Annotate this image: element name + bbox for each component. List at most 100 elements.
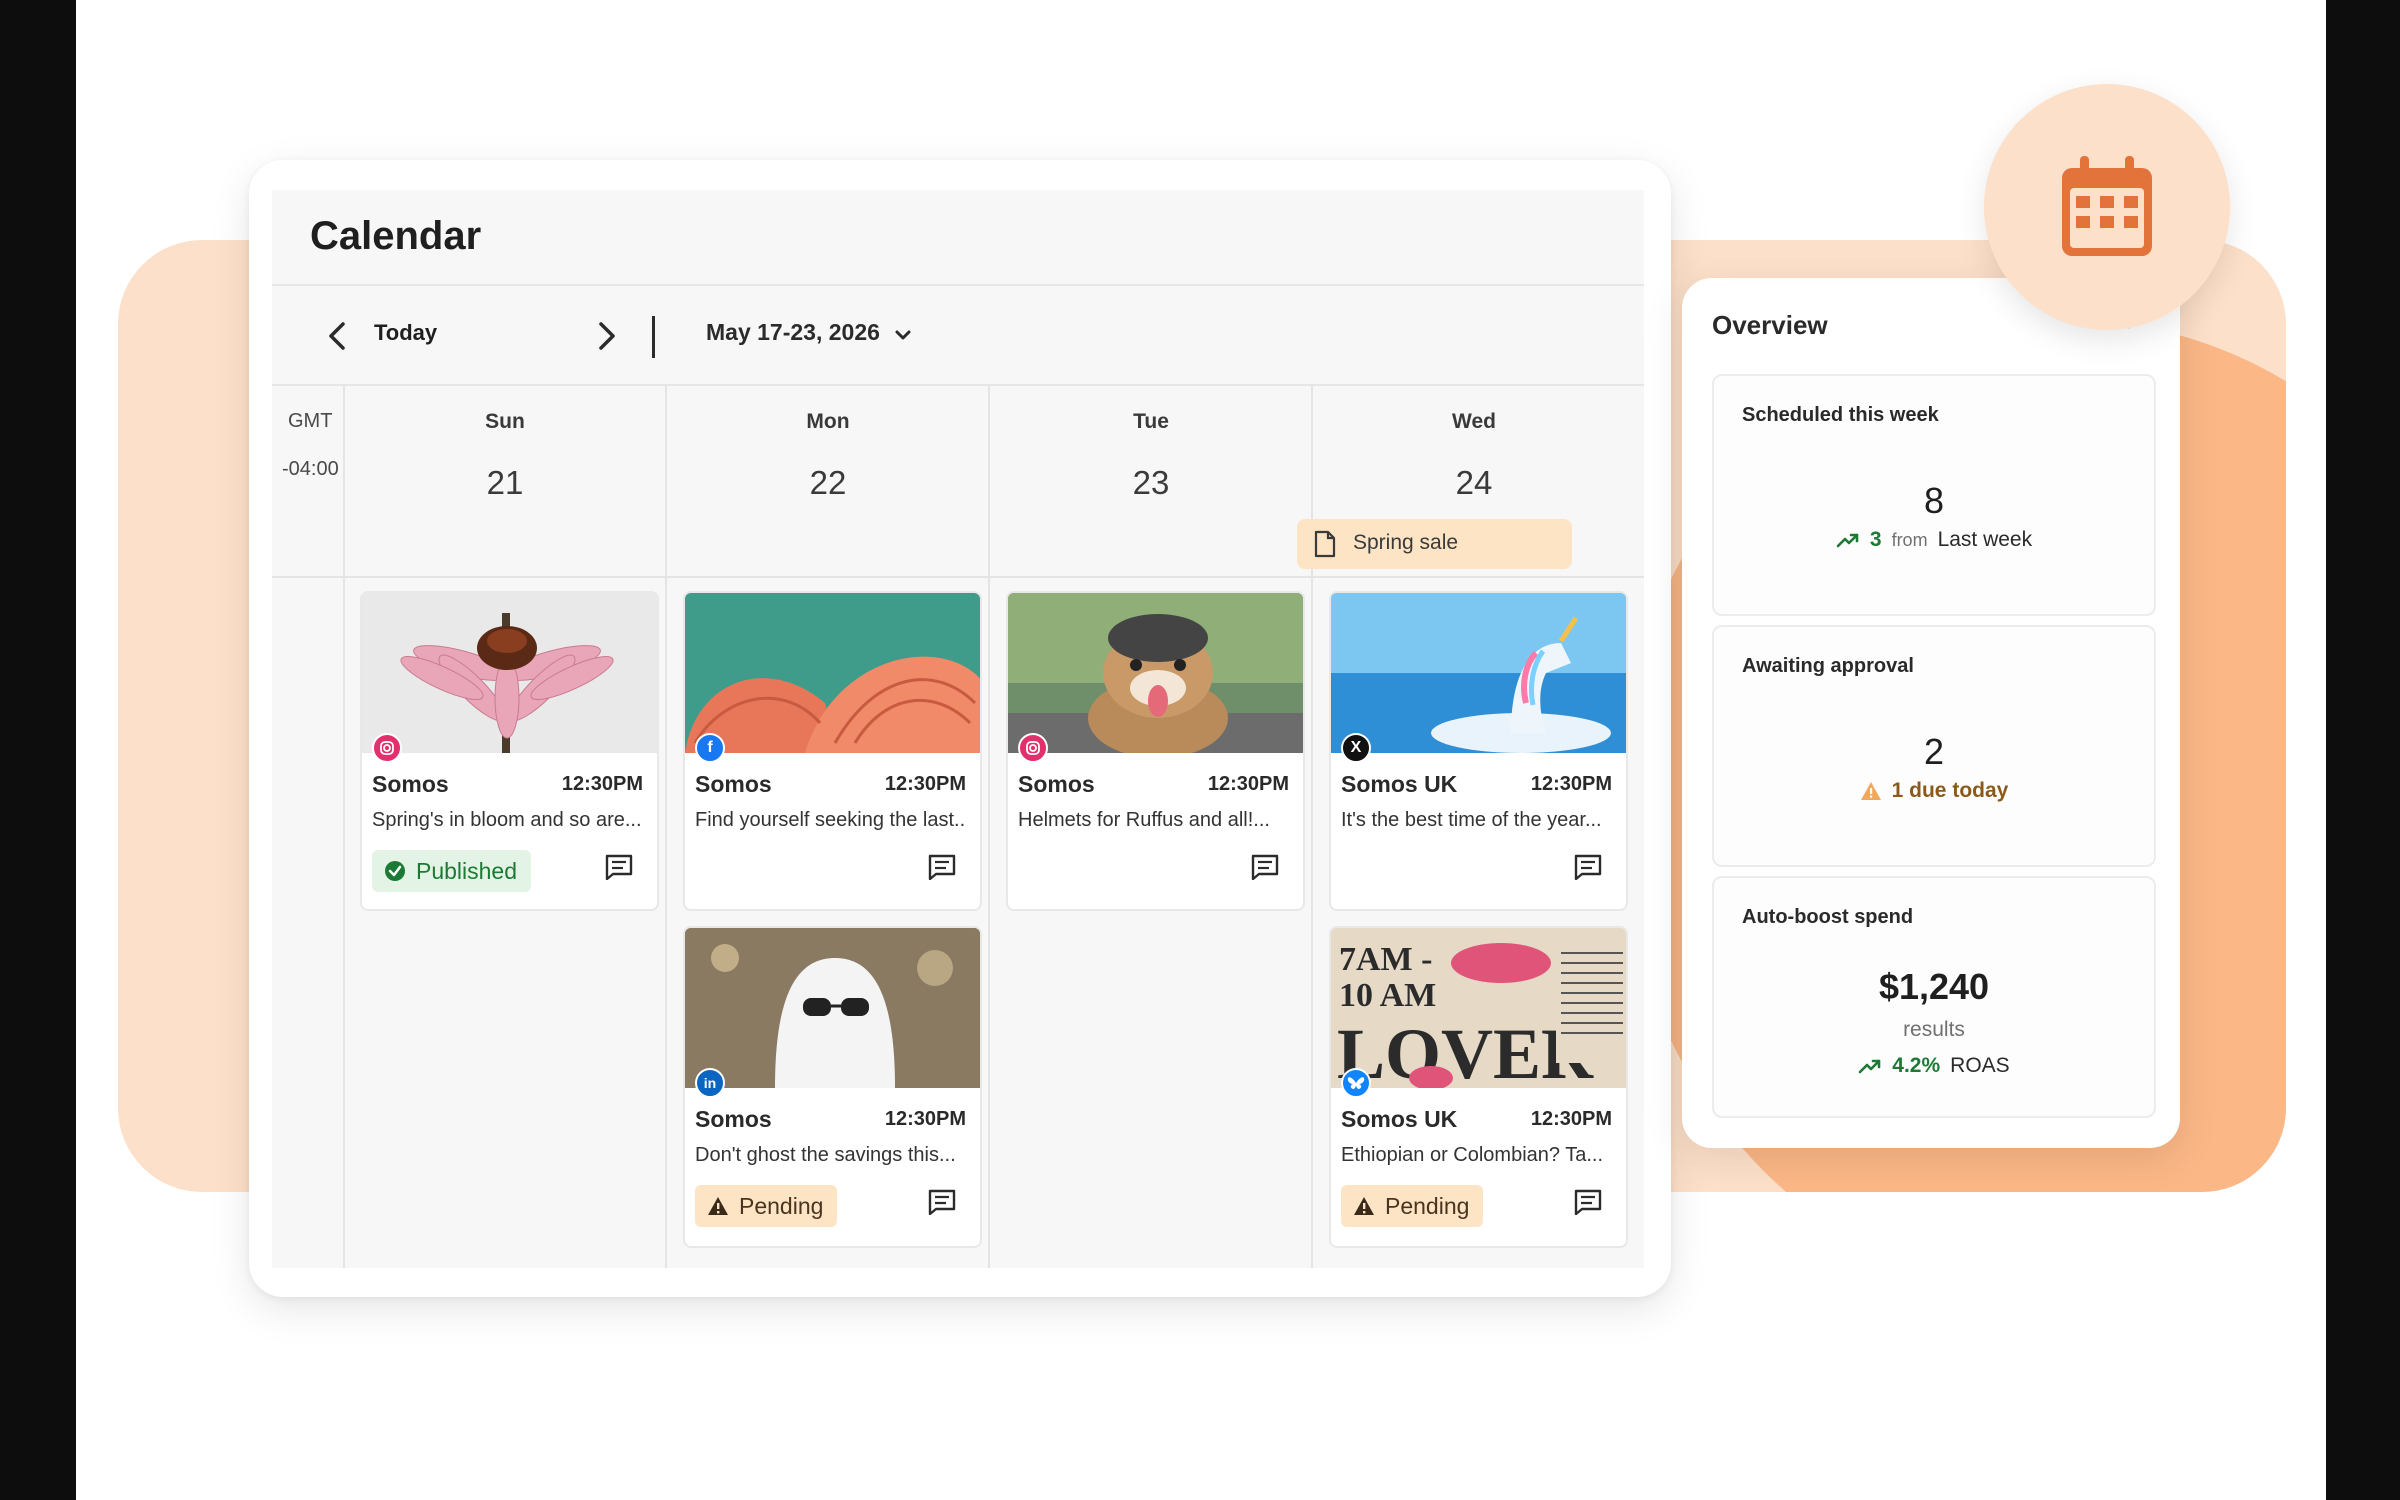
unicorn-float-image <box>1331 593 1626 753</box>
poster-text: 7AM - <box>1339 941 1432 978</box>
stat-value: 8 <box>1923 480 1945 521</box>
chevron-right-icon[interactable] <box>584 314 628 358</box>
event-label: Spring sale <box>1353 531 1459 554</box>
instagram-icon <box>1018 733 1048 763</box>
day-number: 22 <box>809 464 847 501</box>
post-time: 12:30PM <box>1530 773 1612 795</box>
post-thumbnail <box>685 593 980 753</box>
comment-icon[interactable] <box>928 854 956 880</box>
calendar-header: Calendar <box>272 190 1644 286</box>
header-divider <box>272 576 1644 578</box>
document-icon <box>1314 530 1336 558</box>
post-card[interactable]: f Somos 12:30PM Find yourself seeking th… <box>683 591 982 911</box>
facebook-icon: f <box>695 733 725 763</box>
comment-icon[interactable] <box>1251 854 1279 880</box>
event-chip-spring-sale[interactable]: Spring sale <box>1297 519 1572 569</box>
post-footer <box>1008 832 1303 906</box>
trend-up-icon <box>1836 533 1859 548</box>
calendar-toolbar: Today May 17-23, 2026 <box>272 286 1644 386</box>
calendar-badge <box>1984 84 2230 330</box>
post-footer <box>685 832 980 906</box>
day-name: Tue <box>1133 410 1169 433</box>
post-meta: Somos 12:30PM <box>362 771 657 801</box>
day-header-tue: Tue 23 <box>990 386 1312 502</box>
comment-icon[interactable] <box>605 854 633 880</box>
post-time: 12:30PM <box>1530 1108 1612 1130</box>
post-card[interactable]: Somos 12:30PM Helmets for Ruffus and all… <box>1006 591 1305 911</box>
comment-icon[interactable] <box>1574 1189 1602 1215</box>
post-time: 12:30PM <box>1207 773 1289 795</box>
stat-value: $1,240 <box>1878 966 1990 1007</box>
warning-icon <box>1860 782 1881 800</box>
column-divider <box>988 386 990 1268</box>
post-card[interactable]: in Somos 12:30PM Don't ghost the savings… <box>683 926 982 1248</box>
column-divider <box>665 386 667 1268</box>
status-label: Published <box>416 857 518 884</box>
instagram-icon <box>372 733 402 763</box>
day-number: 23 <box>1132 464 1170 501</box>
account-name: Somos <box>1018 771 1095 797</box>
comment-icon[interactable] <box>1574 854 1602 880</box>
flower-image <box>400 613 614 753</box>
x-icon: X <box>1341 733 1371 763</box>
day-header-sun: Sun 21 <box>344 386 666 502</box>
timezone-label: GMT <box>288 410 333 432</box>
post-meta: Somos 12:30PM <box>1008 771 1303 801</box>
poster-text: 10 AM <box>1339 977 1436 1014</box>
post-footer: Pending <box>685 1167 980 1241</box>
comment-icon[interactable] <box>928 1189 956 1215</box>
status-label: Pending <box>1385 1192 1470 1219</box>
mushroom-image <box>685 656 980 753</box>
post-card[interactable]: 7AM - 10 AM LOVER Somos UK 12:30PM Ethio… <box>1329 926 1628 1248</box>
week-grid: GMT -04:00 Sun 21 Mon 22 Tue 23 Wed 24 S… <box>272 386 1644 1268</box>
toolbar-divider <box>652 316 655 358</box>
post-time: 12:30PM <box>884 773 966 795</box>
post-thumbnail <box>685 928 980 1088</box>
stat-value: 2 <box>1923 731 1945 772</box>
post-time: 12:30PM <box>561 773 643 795</box>
day-header-mon: Mon 22 <box>667 386 989 502</box>
chevron-left-icon[interactable] <box>316 314 360 358</box>
bluesky-icon <box>1341 1068 1371 1098</box>
today-button[interactable]: Today <box>374 320 437 346</box>
post-meta: Somos 12:30PM <box>685 1106 980 1136</box>
column-divider <box>343 386 345 1268</box>
day-name: Mon <box>806 410 850 433</box>
note-text: 1 due today <box>1891 779 2009 802</box>
warning-icon <box>1354 1197 1374 1215</box>
account-name: Somos <box>695 771 772 797</box>
post-caption: Spring's in bloom and so are... <box>372 809 642 831</box>
post-caption: Don't ghost the savings this... <box>695 1144 956 1166</box>
poster-text: LOVER <box>1337 1014 1594 1088</box>
page-title: Calendar <box>310 214 482 258</box>
status-badge: Pending <box>1341 1185 1484 1227</box>
post-thumbnail <box>1331 593 1626 753</box>
date-range-select[interactable]: May 17-23, 2026 <box>706 319 880 346</box>
stat-note: 1 due today <box>1714 779 2154 803</box>
day-header-wed: Wed 24 <box>1313 386 1635 502</box>
trend-delta: 3 <box>1869 528 1882 551</box>
post-card[interactable]: X Somos UK 12:30PM It's the best time of… <box>1329 591 1628 911</box>
post-meta: Somos UK 12:30PM <box>1331 1106 1626 1136</box>
calendar-icon <box>2062 156 2152 256</box>
status-label: Pending <box>739 1192 824 1219</box>
post-card[interactable]: Somos 12:30PM Spring's in bloom and so a… <box>360 591 659 911</box>
roas-value: 4.2% <box>1892 1054 1941 1077</box>
account-name: Somos UK <box>1341 771 1458 797</box>
chevron-down-icon[interactable] <box>892 324 914 346</box>
calendar-card: Calendar Today May 17-23, 2026 GMT -04:0… <box>249 160 1671 1297</box>
post-meta: Somos 12:30PM <box>685 771 980 801</box>
status-badge: Pending <box>695 1185 838 1227</box>
bulldog-image <box>1008 593 1303 753</box>
post-footer: Pending <box>1331 1167 1626 1241</box>
check-circle-icon <box>385 861 405 881</box>
stat-label: Awaiting approval <box>1742 655 1914 677</box>
status-badge: Published <box>372 850 532 892</box>
coffee-poster-image: 7AM - 10 AM LOVER <box>1331 928 1626 1088</box>
stat-card-approval: Awaiting approval 2 1 due today <box>1712 625 2156 867</box>
day-number: 24 <box>1455 464 1493 501</box>
day-name: Sun <box>485 410 525 433</box>
stat-caption: results <box>1903 1018 1965 1041</box>
post-caption: Find yourself seeking the last.. <box>695 809 966 831</box>
linkedin-icon: in <box>695 1068 725 1098</box>
